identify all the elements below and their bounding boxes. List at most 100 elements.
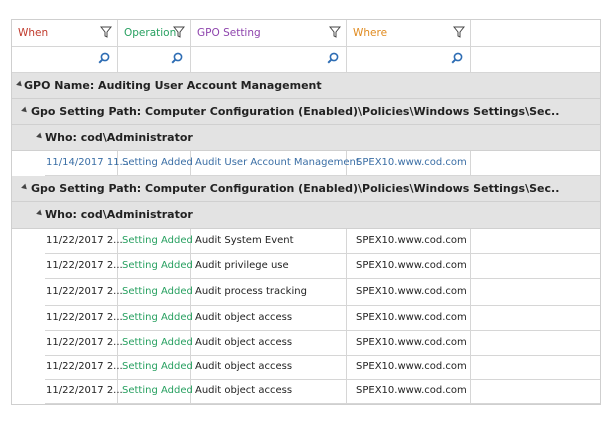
- cell-where: SPEX10.www.cod.com: [347, 254, 471, 278]
- cell-where-text: SPEX10.www.cod.com: [356, 235, 467, 246]
- filter-cell-where[interactable]: [347, 46, 471, 72]
- cell-when-text: 11/22/2017 2...: [46, 385, 123, 396]
- cell-gpo-setting-text: Audit process tracking: [195, 286, 307, 297]
- cell-gpo-setting-text: Audit object access: [195, 312, 293, 323]
- cell-where-text: SPEX10.www.cod.com: [356, 260, 467, 271]
- cell-operation-text: Setting Added: [122, 235, 193, 246]
- cell-when: 11/22/2017 2...: [45, 229, 123, 253]
- collapse-triangle-icon[interactable]: [21, 183, 29, 192]
- cell-where: SPEX10.www.cod.com: [347, 151, 471, 175]
- cell-operation-text: Setting Added: [122, 312, 193, 323]
- column-header-operation[interactable]: Operation: [118, 20, 191, 46]
- cell-gpo-setting-text: Audit object access: [195, 361, 293, 372]
- cell-operation-text: Setting Added: [122, 385, 193, 396]
- column-header-when[interactable]: When: [12, 20, 118, 46]
- cell-operation: Setting Added: [118, 306, 193, 330]
- cell-when-text: 11/22/2017 2...: [46, 286, 123, 297]
- cell-gpo-setting: Audit object access: [191, 306, 347, 330]
- table-row[interactable]: 11/22/2017 2... Setting Added Audit priv…: [45, 254, 600, 279]
- group-row-who[interactable]: Who: cod\Administrator: [12, 125, 600, 151]
- group-row-setting-path[interactable]: Gpo Setting Path: Computer Configuration…: [12, 176, 600, 202]
- filter-row: [12, 46, 600, 73]
- audit-grid: When Operation GPO Setting Where GPO Nam…: [11, 19, 601, 405]
- group-label-who: Who: cod\Administrator: [45, 208, 193, 221]
- cell-when-text: 11/22/2017 2...: [46, 235, 123, 246]
- cell-where: SPEX10.www.cod.com: [347, 331, 471, 355]
- cell-when-text: 11/22/2017 2...: [46, 337, 123, 348]
- cell-gpo-setting-text: Audit object access: [195, 385, 293, 396]
- cell-operation-text: Setting Added: [122, 337, 193, 348]
- cell-where: SPEX10.www.cod.com: [347, 279, 471, 305]
- column-label-when: When: [18, 27, 49, 39]
- filter-cell-when[interactable]: [12, 46, 118, 72]
- column-label-gpo-setting: GPO Setting: [197, 27, 261, 39]
- cell-when-text: 11/22/2017 2...: [46, 312, 123, 323]
- collapse-triangle-icon[interactable]: [36, 132, 44, 141]
- cell-when: 11/22/2017 2...: [45, 254, 123, 278]
- collapse-triangle-icon[interactable]: [16, 80, 24, 89]
- cell-when-text: 11/22/2017 2...: [46, 260, 123, 271]
- cell-operation: Setting Added: [118, 331, 193, 355]
- table-row[interactable]: 11/22/2017 2... Setting Added Audit obje…: [45, 331, 600, 356]
- cell-operation-text: Setting Added: [122, 157, 193, 168]
- group-label-gpo-name: GPO Name: Auditing User Account Manageme…: [24, 79, 322, 92]
- cell-when-text: 11/22/2017 2...: [46, 361, 123, 372]
- search-icon[interactable]: [98, 52, 110, 64]
- cell-where-text: SPEX10.www.cod.com: [356, 361, 467, 372]
- search-icon[interactable]: [451, 52, 463, 64]
- group-row-who[interactable]: Who: cod\Administrator: [12, 202, 600, 229]
- cell-when: 11/22/2017 2...: [45, 279, 123, 305]
- search-icon[interactable]: [171, 52, 183, 64]
- cell-where: SPEX10.www.cod.com: [347, 380, 471, 403]
- column-label-operation: Operation: [124, 27, 177, 39]
- cell-where-text: SPEX10.www.cod.com: [356, 286, 467, 297]
- cell-operation-text: Setting Added: [122, 361, 193, 372]
- group-label-setting-path: Gpo Setting Path: Computer Configuration…: [31, 182, 560, 195]
- cell-gpo-setting: Audit User Account Management: [191, 151, 360, 175]
- cell-operation: Setting Added: [118, 356, 193, 379]
- cell-when-text: 11/14/2017 11...: [46, 157, 130, 168]
- cell-operation: Setting Added: [118, 380, 193, 403]
- table-row[interactable]: 11/22/2017 2... Setting Added Audit Syst…: [45, 229, 600, 254]
- cell-gpo-setting-text: Audit privilege use: [195, 260, 289, 271]
- table-row[interactable]: 11/22/2017 2... Setting Added Audit proc…: [45, 279, 600, 306]
- group-row-setting-path[interactable]: Gpo Setting Path: Computer Configuration…: [12, 99, 600, 125]
- table-row[interactable]: 11/14/2017 11... Setting Added Audit Use…: [45, 151, 600, 176]
- cell-when: 11/22/2017 2...: [45, 356, 123, 379]
- cell-where-text: SPEX10.www.cod.com: [356, 385, 467, 396]
- group-label-setting-path: Gpo Setting Path: Computer Configuration…: [31, 105, 560, 118]
- cell-operation: Setting Added: [118, 254, 193, 278]
- cell-gpo-setting: Audit object access: [191, 380, 347, 403]
- cell-gpo-setting: Audit object access: [191, 331, 347, 355]
- filter-icon[interactable]: [173, 26, 185, 38]
- cell-when: 11/22/2017 2...: [45, 331, 123, 355]
- collapse-triangle-icon[interactable]: [21, 106, 29, 115]
- cell-operation: Setting Added: [118, 279, 193, 305]
- column-header-where[interactable]: Where: [347, 20, 471, 46]
- table-row[interactable]: 11/22/2017 2... Setting Added Audit obje…: [45, 306, 600, 331]
- cell-operation: Setting Added: [118, 151, 193, 175]
- cell-where-text: SPEX10.www.cod.com: [356, 337, 467, 348]
- cell-gpo-setting: Audit privilege use: [191, 254, 347, 278]
- group-label-who: Who: cod\Administrator: [45, 131, 193, 144]
- table-row[interactable]: 11/22/2017 2... Setting Added Audit obje…: [45, 356, 600, 380]
- filter-icon[interactable]: [329, 26, 341, 38]
- filter-cell-gpo-setting[interactable]: [191, 46, 347, 72]
- cell-gpo-setting-text: Audit object access: [195, 337, 293, 348]
- cell-gpo-setting-text: Audit System Event: [195, 235, 294, 246]
- filter-icon[interactable]: [100, 26, 112, 38]
- cell-when: 11/14/2017 11...: [45, 151, 129, 175]
- cell-gpo-setting: Audit object access: [191, 356, 347, 379]
- search-icon[interactable]: [327, 52, 339, 64]
- cell-where: SPEX10.www.cod.com: [347, 356, 471, 379]
- cell-where: SPEX10.www.cod.com: [347, 229, 471, 253]
- cell-where-text: SPEX10.www.cod.com: [356, 312, 467, 323]
- group-row-gpo-name[interactable]: GPO Name: Auditing User Account Manageme…: [12, 73, 600, 99]
- table-row[interactable]: 11/22/2017 2... Setting Added Audit obje…: [45, 380, 600, 404]
- filter-cell-operation[interactable]: [118, 46, 191, 72]
- cell-operation: Setting Added: [118, 229, 193, 253]
- filter-icon[interactable]: [453, 26, 465, 38]
- column-header-gpo-setting[interactable]: GPO Setting: [191, 20, 347, 46]
- cell-operation-text: Setting Added: [122, 286, 193, 297]
- collapse-triangle-icon[interactable]: [36, 209, 44, 218]
